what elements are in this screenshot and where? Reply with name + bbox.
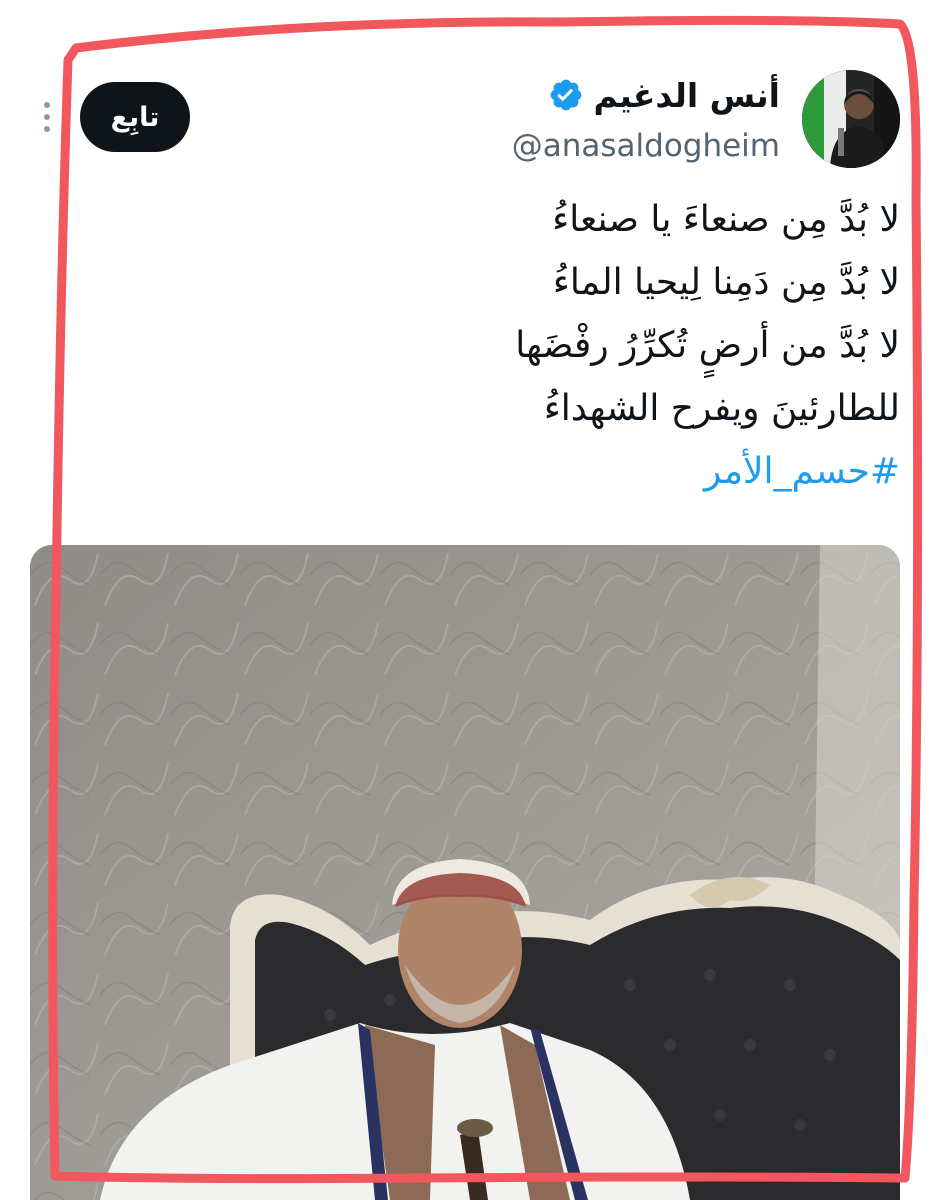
follow-button[interactable]: تابِع bbox=[80, 82, 190, 152]
tweet-text-line: للطارئينَ ويفرح الشهداءُ bbox=[543, 388, 900, 429]
verified-badge-icon bbox=[550, 79, 581, 111]
more-options-icon[interactable] bbox=[40, 98, 54, 136]
tweet-card: تابِع أنس الدغيم @anasaldogheim لا بُدَّ… bbox=[0, 0, 930, 1200]
profile-photo-icon[interactable] bbox=[802, 70, 900, 168]
author-name-row[interactable]: أنس الدغيم bbox=[548, 72, 781, 118]
tweet-text-line: لا بُدَّ من أرضٍ تُكرِّرُ رفْضَها bbox=[515, 325, 900, 366]
tweet-media-image[interactable] bbox=[30, 545, 900, 1200]
tweet-text-line: لا بُدَّ مِن دَمِنا لِيحيا الماءُ bbox=[552, 262, 900, 303]
author-handle[interactable]: @anasaldogheim bbox=[512, 128, 780, 164]
tweet-text-line: لا بُدَّ مِن صنعاءَ يا صنعاءُ bbox=[552, 199, 900, 240]
hashtag-link[interactable]: #حسم_الأمر bbox=[80, 440, 900, 503]
author-display-name[interactable]: أنس الدغيم bbox=[594, 76, 781, 115]
tweet-text: لا بُدَّ مِن صنعاءَ يا صنعاءُ لا بُدَّ م… bbox=[80, 188, 900, 503]
